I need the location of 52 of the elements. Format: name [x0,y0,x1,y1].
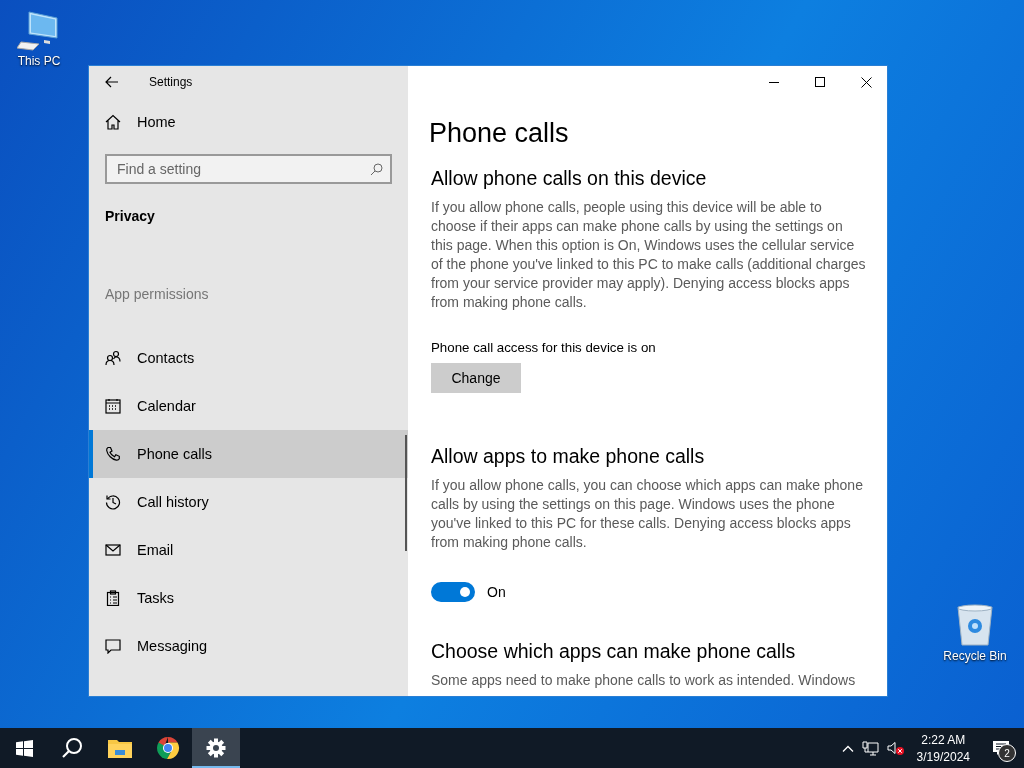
toggle-switch[interactable] [431,582,475,602]
network-icon [861,740,879,756]
maximize-icon [815,77,825,87]
history-icon [105,494,121,510]
section-heading: Allow apps to make phone calls [431,445,706,468]
nav-item[interactable]: Phone calls [89,430,408,478]
desktop-icon-label: This PC [17,54,61,68]
chat-bubble-icon [105,638,121,654]
close-icon [860,76,872,88]
nav-item[interactable]: Contacts [89,334,408,382]
taskbar-button[interactable] [192,728,240,768]
muted-speaker-icon [886,740,905,756]
desktop-icon-label: Recycle Bin [943,649,1007,663]
status-text: Phone call access for this device is on [431,340,657,355]
minimize-icon [769,81,779,83]
nav-item[interactable]: Tasks [89,574,408,622]
window-title: Settings [149,75,193,89]
envelope-icon [105,542,121,558]
calendar-icon [105,398,121,414]
computer-icon[interactable] [17,10,61,52]
clock[interactable]: 2:22 AM 3/19/2024 [908,732,978,764]
search-icon [370,163,383,176]
recycle-bin-icon[interactable] [955,603,995,647]
section-description: If you allow phone calls, people using this device will be able to choose if their apps can make phone calls by using the settings on this page. When this option is On, Windows uses the cellular service of the phone you've linked to this PC to make calls (additional charges from your service provider may apply). Denying access blocks apps from making phone calls. [431,198,867,312]
change-button[interactable]: Change [431,363,521,393]
gear-icon [206,738,226,758]
notifications-button[interactable]: 2 [978,728,1024,768]
section-heading: Allow phone calls on this device [431,167,708,190]
search-field[interactable]: Find a setting [105,154,392,184]
nav-item[interactable]: Email [89,526,408,574]
home-nav-item[interactable]: Home [89,98,408,146]
group-heading: App permissions [105,286,210,302]
toggle-label: On [487,584,506,600]
phone-icon [105,446,121,462]
people-icon [105,350,121,366]
clipboard-icon [105,590,121,606]
home-icon [105,114,121,130]
windows-logo-icon [15,739,33,757]
folder-icon [108,738,132,758]
search-icon [61,737,83,759]
page-title: Phone calls [429,118,570,149]
nav-item[interactable]: Messaging [89,622,408,670]
back-arrow-icon [105,76,119,88]
chevron-up-icon [841,744,854,752]
section-description: If you allow phone calls, you can choose which apps can make phone calls by using the settings on this page. Windows uses the phone you've linked to this PC for these calls. Denying access blocks apps from making phone calls. [431,476,864,552]
section-heading: Privacy [105,208,156,224]
nav-item[interactable]: Call history [89,478,408,526]
section-heading: Choose which apps can make phone calls [431,640,797,663]
nav-item[interactable]: Calendar [89,382,408,430]
notification-count: 2 [998,744,1016,762]
chrome-icon [156,736,180,760]
section-description: Some apps need to make phone calls to work as intended. Windows [431,671,857,690]
